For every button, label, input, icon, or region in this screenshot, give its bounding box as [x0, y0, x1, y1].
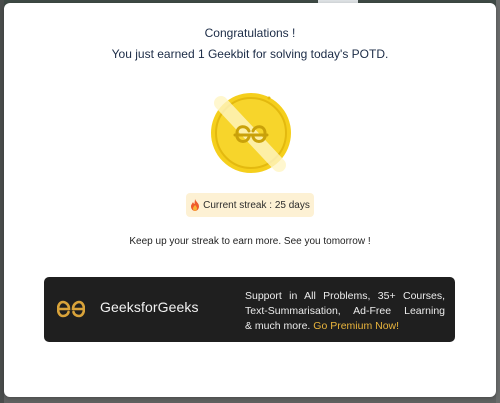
streak-message: Keep up your streak to earn more. See yo… [129, 236, 371, 247]
brand-name: GeeksforGeeks [100, 299, 199, 315]
modal-title: Congratulations ! [204, 26, 296, 40]
premium-description-line: Support in All Problems, 35+ Courses, [245, 290, 445, 302]
premium-description: Support in All Problems, 35+ Courses, Te… [245, 289, 445, 334]
geeksforgeeks-logo-icon [56, 300, 86, 318]
modal-subtitle: You just earned 1 Geekbit for solving to… [111, 47, 389, 61]
go-premium-link[interactable]: Go Premium Now! [313, 320, 399, 332]
current-streak-badge: Current streak : 25 days [186, 193, 314, 217]
premium-description-line: Text-Summarisation, Ad-Free Learning [245, 305, 445, 317]
streak-text: Current streak : 25 days [203, 199, 310, 211]
fire-icon [190, 199, 200, 211]
background-right-edge [496, 0, 500, 403]
geekbit-coin-icon [207, 89, 295, 177]
premium-description-line: & much more. [245, 320, 314, 332]
potd-congrats-modal: Congratulations ! You just earned 1 Geek… [4, 3, 496, 397]
premium-description-last-line: & much more. Go Premium Now! [245, 319, 445, 334]
premium-banner[interactable]: GeeksforGeeks Support in All Problems, 3… [44, 277, 455, 342]
